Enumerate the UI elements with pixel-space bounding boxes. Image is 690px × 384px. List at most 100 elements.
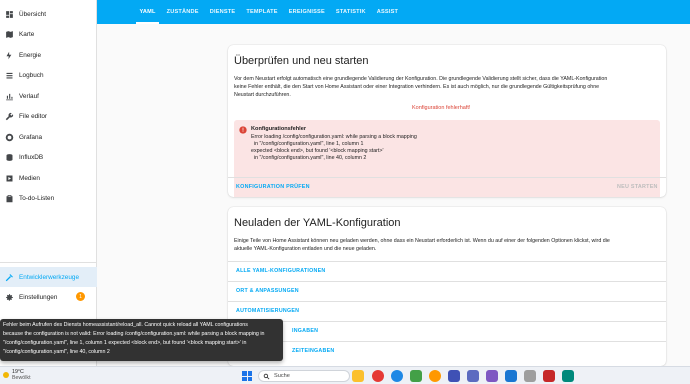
reload-time-inputs[interactable]: ZEITEINGABEN <box>228 341 666 360</box>
tab[interactable]: YAML <box>134 0 161 24</box>
app-icon[interactable] <box>467 370 479 382</box>
start-button[interactable] <box>242 371 252 381</box>
alert-line: expected <block end>, but found '<block … <box>251 148 384 154</box>
sidebar-item-developer-tools[interactable]: Entwicklerwerkzeuge <box>0 267 97 287</box>
card-description: Einige Teile von Home Assistant können n… <box>234 237 662 253</box>
sidebar-item[interactable]: File editor <box>0 107 97 127</box>
reload-label: ZEITEINGABEN <box>292 348 335 354</box>
tab[interactable]: STATISTIK <box>330 0 371 24</box>
weather-widget[interactable]: 19°C Bewölkt <box>3 369 31 381</box>
weather-sun-icon <box>3 372 9 378</box>
reload-yaml-card: Neuladen der YAML-Konfiguration Einige T… <box>228 207 666 366</box>
grafana-icon <box>4 132 14 142</box>
list-icon <box>4 71 14 81</box>
reload-label: ORT & ANPASSUNGEN <box>236 288 299 294</box>
reload-all-yaml[interactable]: ALLE YAML-KONFIGURATIONEN <box>228 261 666 280</box>
search-icon <box>263 373 270 379</box>
vscode-icon[interactable] <box>505 370 517 382</box>
media-icon <box>4 173 14 183</box>
check-config-button[interactable]: KONFIGURATION PRÜFEN <box>236 184 310 190</box>
reload-automations[interactable]: AUTOMATISIERUNGEN <box>228 301 666 320</box>
sidebar-item-label: Einstellungen <box>19 293 58 301</box>
sidebar-item[interactable]: Grafana <box>0 127 97 147</box>
toast-line: Fehler beim Aufrufen des Diensts homeass… <box>3 322 248 328</box>
sidebar-item-label: Entwicklerwerkzeuge <box>19 273 80 281</box>
sidebar-item-label: To-do-Listen <box>19 195 55 202</box>
restart-button[interactable]: NEU STARTEN <box>617 184 658 190</box>
app-icon[interactable] <box>486 370 498 382</box>
tab[interactable]: EREIGNISSE <box>283 0 330 24</box>
lightning-icon <box>4 50 14 60</box>
tab[interactable]: ZUSTÄNDE <box>161 0 204 24</box>
sidebar-item[interactable]: Übersicht <box>0 4 97 24</box>
config-error-status: Konfiguration fehlerhaft! <box>412 105 471 111</box>
description-line: Vor dem Neustart erfolgt automatisch ein… <box>234 76 608 82</box>
teams-icon[interactable] <box>448 370 460 382</box>
toast-line: "/config/configuration.yaml", line 40, c… <box>3 349 110 355</box>
tab[interactable]: ASSIST <box>371 0 403 24</box>
database-icon <box>4 153 14 163</box>
sidebar-item-label: InfluxDB <box>19 154 44 161</box>
sidebar: Übersicht Karte Energie Logbuch Verlauf File … <box>0 0 97 366</box>
sidebar-item[interactable]: Energie <box>0 45 97 65</box>
toast-line: "/config/configuration.yaml", line 1, co… <box>3 340 247 346</box>
gear-icon <box>4 292 14 302</box>
map-icon <box>4 30 14 40</box>
alert-title: Konfigurationsfehler <box>251 126 307 132</box>
sidebar-item-label: Übersicht <box>19 10 46 18</box>
top-app-bar: YAML ZUSTÄNDE DIENSTE TEMPLATE EREIGNISSE STA… <box>97 0 690 24</box>
alert-line: Error loading /config/configuration.yaml… <box>251 134 417 140</box>
error-toast: Fehler beim Aufrufen des Diensts homeass… <box>0 319 283 361</box>
description-line: aktuelle YAML-Konfiguration entladen und… <box>234 246 377 252</box>
edge-icon[interactable] <box>391 370 403 382</box>
clipboard-icon <box>4 194 14 204</box>
reload-location-customizations[interactable]: ORT & ANPASSUNGEN <box>228 281 666 300</box>
chrome-icon[interactable] <box>372 370 384 382</box>
firefox-icon[interactable] <box>429 370 441 382</box>
sidebar-item-label: Karte <box>19 31 35 38</box>
tab-bar: YAML ZUSTÄNDE DIENSTE TEMPLATE EREIGNISSE STA… <box>134 0 404 24</box>
sidebar-divider <box>0 262 97 263</box>
sidebar-item-label: Grafana <box>19 133 43 141</box>
weather-condition: Bewölkt <box>12 375 31 381</box>
tab[interactable]: DIENSTE <box>204 0 241 24</box>
taskbar-search[interactable]: Suche <box>258 370 350 382</box>
app-icon[interactable] <box>562 370 574 382</box>
sidebar-item[interactable]: To-do-Listen <box>0 189 97 209</box>
description-line: Neustart durchzuführen. <box>234 92 291 98</box>
notification-badge: 1 <box>76 292 85 301</box>
sidebar-item-settings[interactable]: Einstellungen 1 <box>0 287 97 307</box>
windows-taskbar: 19°C Bewölkt Suche <box>0 366 690 384</box>
sidebar-item[interactable]: Medien <box>0 168 97 188</box>
sidebar-item-label: Verlauf <box>19 92 39 100</box>
sidebar-item-label: Energie <box>19 51 42 59</box>
reload-input-helpers[interactable]: INGABEN <box>228 321 666 340</box>
card-title: Überprüfen und neu starten <box>234 55 369 67</box>
wrench-icon <box>4 112 14 122</box>
alert-line: in "/config/configuration.yaml", line 40… <box>251 155 367 161</box>
app-icon[interactable] <box>524 370 536 382</box>
sidebar-item[interactable]: InfluxDB <box>0 148 97 168</box>
description-line: keine Fehler enthält, die den Start von … <box>234 84 600 90</box>
sidebar-item[interactable]: Verlauf <box>0 86 97 106</box>
reload-label: AUTOMATISIERUNGEN <box>236 308 300 314</box>
sidebar-item[interactable]: Logbuch <box>0 66 97 86</box>
chart-icon <box>4 91 14 101</box>
toast-line: because the configuration is not valid: … <box>3 331 265 337</box>
dashboard-icon <box>4 9 14 19</box>
card-divider <box>228 177 666 178</box>
sidebar-item-label: Medien <box>19 174 40 182</box>
app-icon[interactable] <box>543 370 555 382</box>
sidebar-item[interactable]: Karte <box>0 25 97 45</box>
sidebar-item-label: Logbuch <box>19 72 44 79</box>
reload-label: INGABEN <box>292 328 319 334</box>
sidebar-item-label: File editor <box>19 113 48 120</box>
file-explorer-icon[interactable] <box>352 370 364 382</box>
reload-label: ALLE YAML-KONFIGURATIONEN <box>236 268 326 274</box>
tab[interactable]: TEMPLATE <box>241 0 283 24</box>
alert-circle-icon <box>239 126 247 134</box>
card-title: Neuladen der YAML-Konfiguration <box>234 217 401 229</box>
hammer-icon <box>4 272 14 282</box>
spotify-icon[interactable] <box>410 370 422 382</box>
description-line: Einige Teile von Home Assistant können n… <box>234 238 610 244</box>
